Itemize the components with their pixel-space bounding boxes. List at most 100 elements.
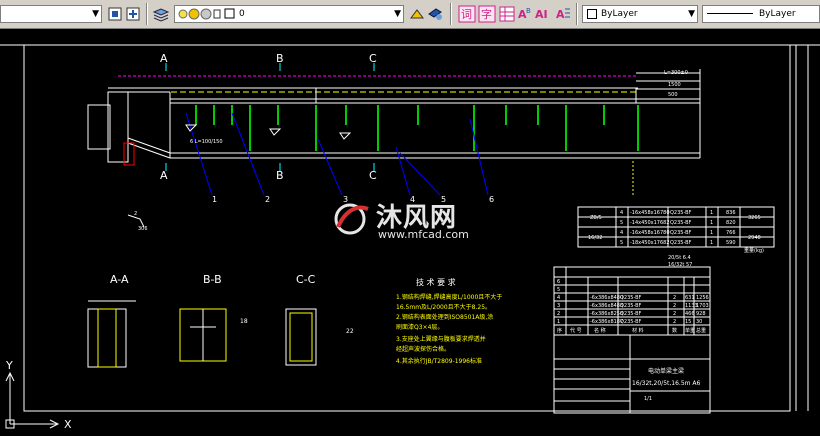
cell: 1 — [710, 210, 713, 216]
separator — [450, 3, 452, 25]
dim-text: 22 — [346, 328, 354, 335]
note-line: 2.钢结构表面处理到ISO8501A级,涂 — [396, 313, 493, 321]
layer-manager-icon[interactable] — [152, 5, 170, 23]
section-view-title: B-B — [203, 273, 222, 286]
section-label: C — [369, 169, 377, 182]
cell: 4 — [620, 230, 623, 236]
cell: Q235-BF — [670, 230, 692, 236]
cell: -18x450x17682 — [630, 240, 670, 246]
section-view-bb — [179, 308, 227, 362]
layer-previous-icon[interactable] — [426, 5, 444, 23]
font-icon[interactable]: 字 — [478, 5, 496, 23]
stiffeners — [195, 105, 639, 151]
cell: 15 — [685, 319, 691, 325]
cell: 16/32 — [588, 235, 602, 241]
previous-combo[interactable]: ▼ — [0, 5, 102, 23]
attribute-icon[interactable]: AB — [516, 5, 534, 23]
section-label: A — [160, 52, 168, 65]
cell: 6 — [557, 279, 560, 285]
match-properties-icon[interactable] — [106, 5, 124, 23]
svg-text:字: 字 — [481, 7, 492, 21]
cell: Q235-BF — [620, 311, 642, 317]
dim-text: 500 — [668, 92, 678, 98]
cell: 820 — [726, 220, 736, 226]
cell: 2 — [673, 319, 676, 325]
multiline-text-icon[interactable]: A — [554, 5, 572, 23]
cell: 1256 — [696, 295, 709, 301]
note-line: 刷面漆Q3×4层。 — [396, 323, 443, 331]
cell: -6x386x8187 — [590, 319, 623, 325]
cell: 1 — [557, 319, 560, 325]
cell: 2948 — [748, 235, 761, 241]
cell: Q235-BF — [620, 303, 642, 309]
ucs-y-label: Y — [5, 359, 13, 372]
column-header: 数 — [672, 327, 677, 334]
text-style-icon[interactable]: 词 — [458, 5, 476, 23]
section-view-cc — [285, 308, 317, 366]
layer-combo[interactable]: 0 ▼ — [174, 5, 404, 23]
column-header: 名 称 — [594, 327, 606, 334]
make-layer-current-icon[interactable] — [408, 5, 426, 23]
properties-toolbar: ▼ 0 ▼ 词 字 AB AI A ByLayer ▼ ByLayer — [0, 0, 820, 29]
ai-text-icon[interactable]: AI — [534, 5, 552, 23]
column-header: 单重 — [685, 327, 695, 334]
cell: 5 — [557, 287, 560, 293]
svg-text:B: B — [526, 7, 531, 15]
section-cut-lines — [165, 63, 375, 171]
cell: 2 — [673, 303, 676, 309]
title-block-sheet: 1/1 — [644, 396, 652, 402]
cell: 4 — [557, 295, 560, 301]
cell: -16x458x16780 — [630, 230, 670, 236]
cell: -6x386x8258 — [590, 311, 623, 317]
color-swatch — [587, 8, 597, 19]
cell: Q235-BF — [670, 210, 692, 216]
drawing-canvas[interactable]: A B C A B C 1 2 3 4 5 6 L=300±0 1500 500… — [0, 29, 820, 432]
leaders — [185, 112, 489, 196]
table-style-icon[interactable] — [498, 5, 516, 23]
dim-text: 2 — [134, 211, 137, 217]
properties-icon[interactable] — [124, 5, 142, 23]
weld-symbol — [339, 132, 352, 140]
parts-table — [553, 266, 711, 414]
cell: 16/32t 57 — [668, 262, 692, 268]
title-block-spec: 16/32t,20/5t,16.5m A6 — [632, 380, 701, 387]
dim-text: 6 L=100/150 — [190, 139, 223, 145]
cell: 4 — [620, 210, 623, 216]
cell: -14x450x17682 — [630, 220, 670, 226]
linetype-combo[interactable]: ByLayer — [702, 5, 820, 23]
cell: -6x386x8483 — [590, 303, 623, 309]
section-label: A — [160, 169, 168, 182]
cell: 836 — [726, 210, 736, 216]
cell: Q235-BF — [670, 220, 692, 226]
cell: 3265 — [748, 215, 761, 221]
color-value: ByLayer — [601, 9, 638, 19]
cell: ZB/5 — [590, 215, 602, 221]
cell: 466 — [685, 311, 695, 317]
column-header: 材 料 — [632, 327, 644, 334]
chevron-down-icon: ▼ — [394, 9, 401, 19]
svg-text:词: 词 — [461, 8, 472, 21]
chevron-down-icon: ▼ — [688, 9, 695, 19]
color-combo[interactable]: ByLayer ▼ — [582, 5, 698, 23]
dim-text: 1500 — [668, 82, 681, 88]
ucs-x-label: X — [64, 418, 72, 431]
section-label: B — [276, 169, 284, 182]
separator — [576, 3, 578, 25]
weld-symbol — [269, 128, 282, 136]
title-block-name: 电动单梁主梁 — [648, 367, 684, 375]
cell: 30 — [696, 319, 702, 325]
cell: -16x458x16780 — [630, 210, 670, 216]
cell: 1 — [710, 230, 713, 236]
girder-elevation — [87, 69, 701, 166]
section-view-title: C-C — [296, 273, 316, 286]
section-view-aa — [87, 300, 136, 368]
cell: 1 — [710, 220, 713, 226]
ucs-icon — [5, 371, 60, 429]
note-line: 16.5mm及L/2000且不大于8.25。 — [396, 303, 491, 311]
cell: Q235-BF — [670, 240, 692, 246]
watermark-url: www.mfcad.com — [378, 228, 469, 241]
note-line: 3.支座处上翼缘与腹板要求焊透并 — [396, 335, 486, 343]
notes-list: 1.钢结构焊缝,焊缝高度L/1000且不大于 16.5mm及L/2000且不大于… — [396, 293, 502, 365]
note-line: 经超声波探伤合格。 — [396, 345, 450, 353]
cell: 590 — [726, 240, 736, 246]
